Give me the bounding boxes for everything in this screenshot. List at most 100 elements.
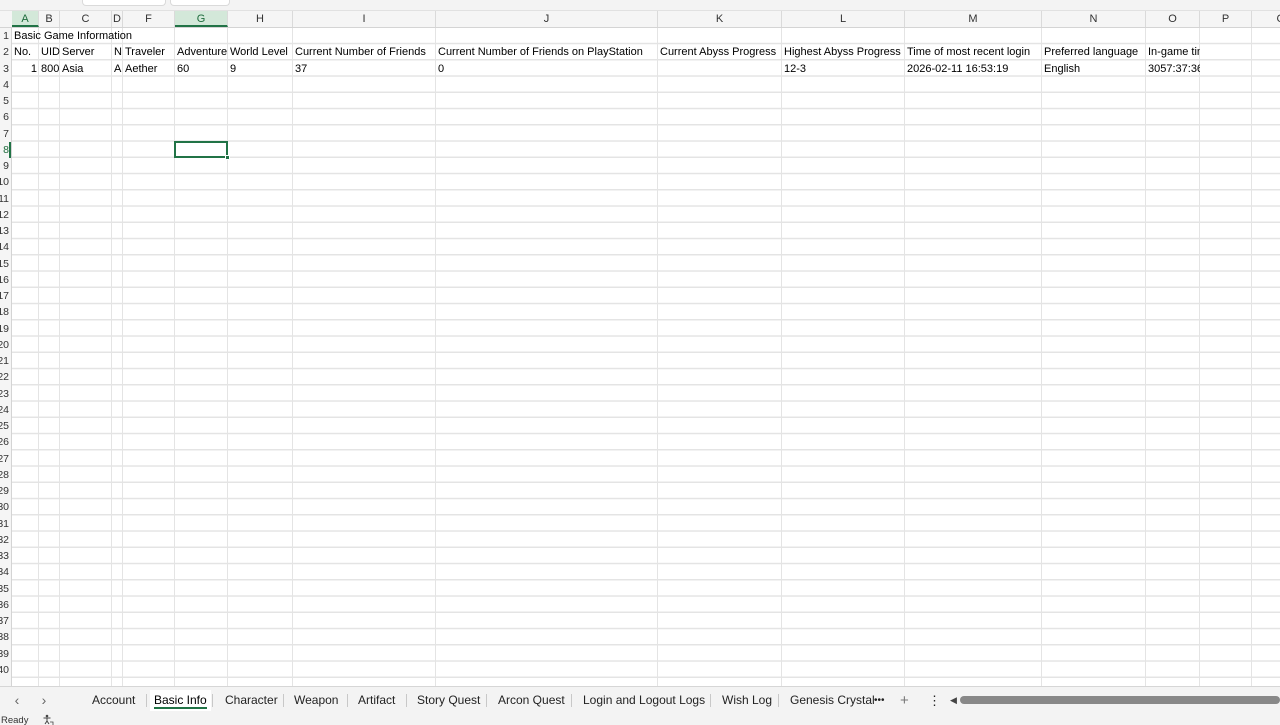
data-cell[interactable]: 37 (293, 61, 436, 77)
header-cell[interactable]: Server (60, 44, 112, 60)
row-header[interactable]: 38 (0, 629, 9, 645)
column-header[interactable]: A (12, 11, 39, 27)
data-cell[interactable]: 12-3 (782, 61, 905, 77)
scrollbar-thumb[interactable] (960, 696, 1280, 704)
column-header[interactable]: P (1200, 11, 1252, 27)
sheet-tab[interactable]: Login and Logout Logs (579, 690, 709, 711)
row-header[interactable]: 24 (0, 402, 9, 418)
sheet-tab[interactable]: Artifact (354, 690, 399, 711)
column-header[interactable]: B (39, 11, 60, 27)
sheet-tab[interactable]: Story Quest (413, 690, 484, 711)
row-header[interactable]: 37 (0, 613, 9, 629)
header-cell[interactable]: Current Number of Friends on PlayStation (436, 44, 658, 60)
data-cell[interactable]: A (112, 61, 123, 77)
horizontal-scrollbar[interactable]: ◀ (950, 695, 1280, 705)
column-header[interactable]: M (905, 11, 1042, 27)
row-header[interactable]: 9 (0, 158, 9, 174)
header-cell[interactable]: UID (39, 44, 60, 60)
header-cell[interactable]: World Level (228, 44, 293, 60)
selected-cell[interactable] (174, 140, 230, 160)
row-header[interactable]: 14 (0, 239, 9, 255)
scroll-left-icon[interactable]: ◀ (950, 695, 957, 705)
header-cell[interactable]: Current Number of Friends (293, 44, 436, 60)
sheet-tab[interactable]: Genesis Crystal (786, 690, 879, 711)
row-header[interactable]: 27 (0, 451, 9, 467)
header-cell[interactable]: N (112, 44, 123, 60)
header-cell[interactable]: Current Abyss Progress (658, 44, 782, 60)
sheet-tab[interactable]: Weapon (290, 690, 342, 711)
sheet-tab[interactable]: Wish Log (718, 690, 776, 711)
top-tab-fragment[interactable] (82, 0, 166, 6)
header-cell[interactable]: Adventure (175, 44, 228, 60)
data-cell[interactable]: Aether (123, 61, 175, 77)
row-header[interactable]: 21 (0, 353, 9, 369)
row-header[interactable]: 22 (0, 369, 9, 385)
row-header[interactable]: 3 (0, 61, 9, 77)
data-cell[interactable]: 800 (39, 61, 60, 77)
column-header[interactable]: I (293, 11, 436, 27)
more-tabs-button[interactable]: ••• (870, 690, 889, 711)
row-header[interactable]: 11 (0, 191, 9, 207)
header-cell[interactable]: Highest Abyss Progress (782, 44, 905, 60)
next-sheet-button[interactable]: › (35, 691, 53, 709)
column-header[interactable]: K (658, 11, 782, 27)
row-header[interactable]: 2 (0, 44, 9, 60)
prev-sheet-button[interactable]: ‹ (8, 691, 26, 709)
sheet-tab[interactable]: Basic Info (150, 690, 211, 711)
row-header[interactable]: 19 (0, 321, 9, 337)
fill-handle[interactable] (225, 155, 230, 160)
column-header[interactable]: J (436, 11, 658, 27)
row-header[interactable]: 12 (0, 207, 9, 223)
row-header[interactable]: 8 (0, 142, 9, 158)
header-cell[interactable]: No. (12, 44, 39, 60)
row-header[interactable]: 28 (0, 467, 9, 483)
row-header[interactable]: 40 (0, 662, 9, 678)
row-header[interactable]: 29 (0, 483, 9, 499)
cell-grid[interactable]: Basic Game Information No. UID Server N Trave… (12, 28, 1280, 686)
data-cell[interactable]: 1 (12, 61, 39, 77)
row-header[interactable]: 13 (0, 223, 9, 239)
row-header[interactable]: 32 (0, 532, 9, 548)
column-header[interactable]: C (60, 11, 112, 27)
header-cell[interactable]: Traveler (123, 44, 175, 60)
data-cell[interactable]: 0 (436, 61, 658, 77)
sheet-tab[interactable]: Character (221, 690, 282, 711)
accessibility-icon[interactable] (42, 714, 54, 725)
row-header[interactable]: 33 (0, 548, 9, 564)
row-header[interactable]: 17 (0, 288, 9, 304)
data-cell[interactable]: 3057:37:36 (1146, 61, 1200, 77)
row-header[interactable]: 18 (0, 304, 9, 320)
sheet-tab[interactable]: Account (88, 690, 139, 711)
column-header[interactable]: L (782, 11, 905, 27)
column-header[interactable]: H (228, 11, 293, 27)
data-cell[interactable]: 2026-02-11 16:53:19 (905, 61, 1042, 77)
column-header[interactable]: N (1042, 11, 1146, 27)
row-header[interactable]: 23 (0, 386, 9, 402)
row-header[interactable]: 5 (0, 93, 9, 109)
tab-options-icon[interactable]: ⋮ (924, 690, 945, 711)
row-header[interactable]: 20 (0, 337, 9, 353)
header-cell[interactable]: In-game time (hours) (1146, 44, 1200, 60)
row-header[interactable]: 15 (0, 256, 9, 272)
top-tab-fragment[interactable] (170, 0, 230, 6)
sheet-tab[interactable]: Arcon Quest (494, 690, 569, 711)
data-cell[interactable]: 9 (228, 61, 293, 77)
data-cell[interactable]: Asia (60, 61, 112, 77)
data-cell[interactable]: 60 (175, 61, 228, 77)
header-cell[interactable]: Preferred language (1042, 44, 1146, 60)
column-header[interactable]: F (123, 11, 175, 27)
row-header[interactable]: 4 (0, 77, 9, 93)
row-header[interactable]: 10 (0, 174, 9, 190)
data-cell[interactable] (658, 61, 782, 77)
column-header[interactable]: O (1146, 11, 1200, 27)
row-header[interactable]: 1 (0, 28, 9, 44)
header-cell[interactable]: Time of most recent login (905, 44, 1042, 60)
row-header[interactable]: 39 (0, 646, 9, 662)
row-header[interactable]: 26 (0, 434, 9, 450)
row-header[interactable]: 7 (0, 126, 9, 142)
row-header[interactable]: 36 (0, 597, 9, 613)
sheet-title-cell[interactable]: Basic Game Information (12, 28, 132, 44)
column-header[interactable]: G (175, 11, 228, 27)
row-header[interactable]: 25 (0, 418, 9, 434)
add-sheet-button[interactable]: + (896, 690, 913, 711)
